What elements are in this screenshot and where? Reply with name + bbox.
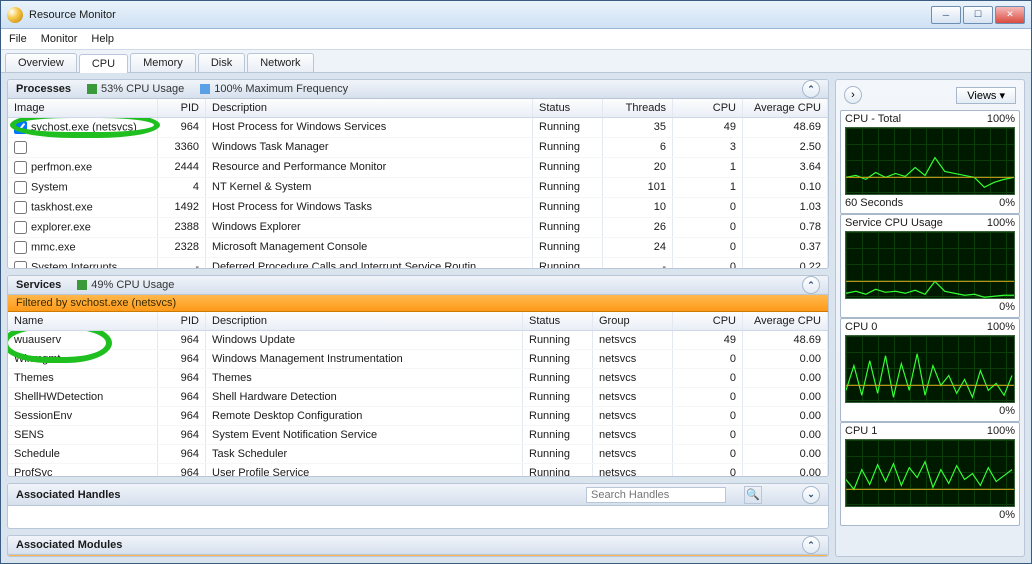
table-row[interactable]: Themes964ThemesRunningnetsvcs00.00 <box>8 369 828 388</box>
search-handles-input[interactable] <box>586 487 726 503</box>
table-row[interactable]: mmc.exe2328Microsoft Management ConsoleR… <box>8 238 828 258</box>
services-cpu-usage: 49% CPU Usage <box>91 279 174 291</box>
chart-box: CPU - Total 100% 60 Seconds 0% <box>840 110 1020 214</box>
views-button[interactable]: Views ▾ <box>956 87 1016 104</box>
chart-box: Service CPU Usage 100% 0% <box>840 214 1020 318</box>
tab-cpu[interactable]: CPU <box>79 54 128 73</box>
menu-help[interactable]: Help <box>91 33 114 45</box>
maximize-button[interactable]: ☐ <box>963 6 993 24</box>
chart-canvas <box>845 231 1015 299</box>
table-row[interactable]: System Interrupts-Deferred Procedure Cal… <box>8 258 828 268</box>
table-row[interactable]: ProfSvc964User Profile ServiceRunningnet… <box>8 464 828 476</box>
charts-collapse-icon[interactable]: › <box>844 86 862 104</box>
services-panel: Services 49% CPU Usage ⌃ Filtered by svc… <box>7 275 829 477</box>
table-row[interactable]: 3360Windows Task ManagerRunning632.50 <box>8 138 828 158</box>
table-row[interactable]: Schedule964Task SchedulerRunningnetsvcs0… <box>8 445 828 464</box>
tab-disk[interactable]: Disk <box>198 53 245 72</box>
services-title: Services <box>16 279 61 291</box>
titlebar[interactable]: Resource Monitor ─ ☐ ✕ <box>1 1 1031 29</box>
close-button[interactable]: ✕ <box>995 6 1025 24</box>
chart-foot-right: 0% <box>999 301 1015 313</box>
chart-max: 100% <box>987 113 1015 125</box>
processes-title: Processes <box>16 83 71 95</box>
modules-title: Associated Modules <box>16 539 122 551</box>
table-row[interactable]: svchost.exe (netsvcs)964Host Process for… <box>8 118 828 138</box>
processes-column-header[interactable]: Image PID Description Status Threads CPU… <box>8 99 828 118</box>
tab-network[interactable]: Network <box>247 53 313 72</box>
app-icon <box>7 7 23 23</box>
table-row[interactable]: Winmgmt964Windows Management Instrumenta… <box>8 350 828 369</box>
search-icon[interactable]: 🔍 <box>744 486 762 504</box>
process-checkbox[interactable] <box>14 121 27 134</box>
process-checkbox[interactable] <box>14 241 27 254</box>
services-collapse-icon[interactable]: ⌃ <box>802 276 820 294</box>
chart-max: 100% <box>987 321 1015 333</box>
tab-memory[interactable]: Memory <box>130 53 196 72</box>
menubar: File Monitor Help <box>1 29 1031 49</box>
chart-canvas <box>845 335 1015 403</box>
handles-collapse-icon[interactable]: ⌄ <box>802 486 820 504</box>
handles-title: Associated Handles <box>16 489 121 501</box>
process-checkbox[interactable] <box>14 141 27 154</box>
chart-foot-right: 0% <box>999 197 1015 209</box>
chart-title: Service CPU Usage <box>845 217 943 229</box>
tab-overview[interactable]: Overview <box>5 53 77 72</box>
process-checkbox[interactable] <box>14 201 27 214</box>
table-row[interactable]: perfmon.exe2444Resource and Performance … <box>8 158 828 178</box>
handles-panel: Associated Handles 🔍 ⌄ <box>7 483 829 529</box>
menu-monitor[interactable]: Monitor <box>41 33 78 45</box>
process-checkbox[interactable] <box>14 221 27 234</box>
processes-max-freq: 100% Maximum Frequency <box>214 83 348 95</box>
chart-max: 100% <box>987 217 1015 229</box>
table-row[interactable]: System4NT Kernel & SystemRunning10110.10 <box>8 178 828 198</box>
tabstrip: Overview CPU Memory Disk Network <box>1 49 1031 73</box>
chart-title: CPU 0 <box>845 321 877 333</box>
chart-box: CPU 1 100% 0% <box>840 422 1020 526</box>
processes-cpu-usage: 53% CPU Usage <box>101 83 184 95</box>
chevron-down-icon: ▾ <box>999 90 1005 102</box>
table-row[interactable]: ShellHWDetection964Shell Hardware Detect… <box>8 388 828 407</box>
chart-canvas <box>845 439 1015 507</box>
table-row[interactable]: SessionEnv964Remote Desktop Configuratio… <box>8 407 828 426</box>
services-filter: Filtered by svchost.exe (netsvcs) <box>8 295 828 312</box>
modules-collapse-icon[interactable]: ⌃ <box>802 536 820 554</box>
chart-canvas <box>845 127 1015 195</box>
modules-filter: Filtered by svchost.exe (netsvcs) <box>8 555 828 557</box>
services-column-header[interactable]: Name PID Description Status Group CPU Av… <box>8 312 828 331</box>
chart-max: 100% <box>987 425 1015 437</box>
chart-title: CPU - Total <box>845 113 901 125</box>
table-row[interactable]: explorer.exe2388Windows ExplorerRunning2… <box>8 218 828 238</box>
chart-foot-left: 60 Seconds <box>845 197 903 209</box>
window-title: Resource Monitor <box>29 9 931 21</box>
table-row[interactable]: SENS964System Event Notification Service… <box>8 426 828 445</box>
process-checkbox[interactable] <box>14 161 27 174</box>
process-checkbox[interactable] <box>14 261 27 268</box>
modules-panel: Associated Modules ⌃ Filtered by svchost… <box>7 535 829 557</box>
table-row[interactable]: taskhost.exe1492Host Process for Windows… <box>8 198 828 218</box>
processes-panel: Processes 53% CPU Usage 100% Maximum Fre… <box>7 79 829 269</box>
charts-sidebar: › Views ▾ CPU - Total100%60 Seconds0%Ser… <box>835 79 1025 557</box>
chart-title: CPU 1 <box>845 425 877 437</box>
chart-foot-right: 0% <box>999 405 1015 417</box>
table-row[interactable]: wuauserv964Windows UpdateRunningnetsvcs4… <box>8 331 828 350</box>
menu-file[interactable]: File <box>9 33 27 45</box>
process-checkbox[interactable] <box>14 181 27 194</box>
processes-rows[interactable]: svchost.exe (netsvcs)964Host Process for… <box>8 118 828 268</box>
chart-foot-right: 0% <box>999 509 1015 521</box>
processes-collapse-icon[interactable]: ⌃ <box>802 80 820 98</box>
chart-box: CPU 0 100% 0% <box>840 318 1020 422</box>
minimize-button[interactable]: ─ <box>931 6 961 24</box>
services-rows[interactable]: wuauserv964Windows UpdateRunningnetsvcs4… <box>8 331 828 476</box>
